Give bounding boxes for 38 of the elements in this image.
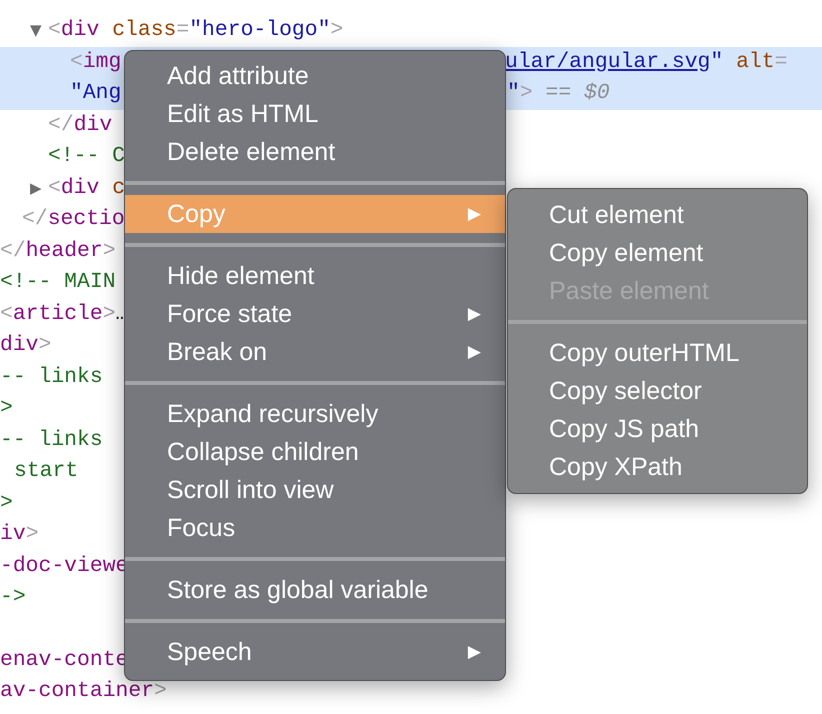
code-text: -- links <box>0 426 103 454</box>
menu-item[interactable]: Copy element <box>508 234 807 272</box>
disclosure-triangle[interactable]: ▶ <box>30 172 42 204</box>
code-text: <div class="hero-logo"> <box>48 17 344 44</box>
disclosure-triangle[interactable]: ▼ <box>30 15 42 46</box>
code-text: "> == $0 <box>507 80 610 107</box>
menu-item[interactable]: Force state ▶ <box>125 295 505 333</box>
code-text: > <box>0 395 13 422</box>
menu-item[interactable]: Hide element <box>125 257 505 295</box>
menu-item[interactable]: Delete element <box>125 133 505 171</box>
code-text: <img <box>70 48 122 76</box>
code-text: > <box>0 490 13 516</box>
code-text: </div <box>48 112 112 138</box>
code-text: <!-- C <box>48 143 126 170</box>
menu-item[interactable]: Scroll into view <box>125 471 505 509</box>
code-text: start <box>14 458 78 485</box>
menu-item[interactable]: Copy selector <box>508 372 807 410</box>
code-text: iv> <box>0 521 39 548</box>
menu-item[interactable]: Copy JS path <box>508 410 807 448</box>
menu-item[interactable]: Edit as HTML <box>125 95 505 133</box>
code-text: </sectio <box>22 206 125 233</box>
code-text: <!-- MAIN <box>0 269 116 296</box>
menu-item[interactable]: Copy XPath <box>508 448 807 486</box>
code-text: av-container> <box>0 678 167 705</box>
code-text: <div c <box>48 174 126 202</box>
menu-item[interactable]: Expand recursively <box>125 395 505 433</box>
menu-item[interactable]: Collapse children <box>125 433 505 471</box>
code-text: -- links <box>0 364 103 390</box>
code-text: </header> <box>0 238 116 264</box>
menu-item[interactable]: Break on ▶ <box>125 333 505 371</box>
menu-item[interactable]: Add attribute <box>125 57 505 95</box>
menu-item[interactable]: Cut element <box>508 196 807 234</box>
menu-item[interactable]: Copy outerHTML <box>508 334 807 372</box>
code-text: div> <box>0 332 52 359</box>
code-text: ular/angular.svg" alt= <box>505 48 788 76</box>
code-text: "Ang <box>70 80 122 107</box>
menu-item[interactable]: Focus <box>125 509 505 547</box>
code-text: -> <box>0 584 26 611</box>
